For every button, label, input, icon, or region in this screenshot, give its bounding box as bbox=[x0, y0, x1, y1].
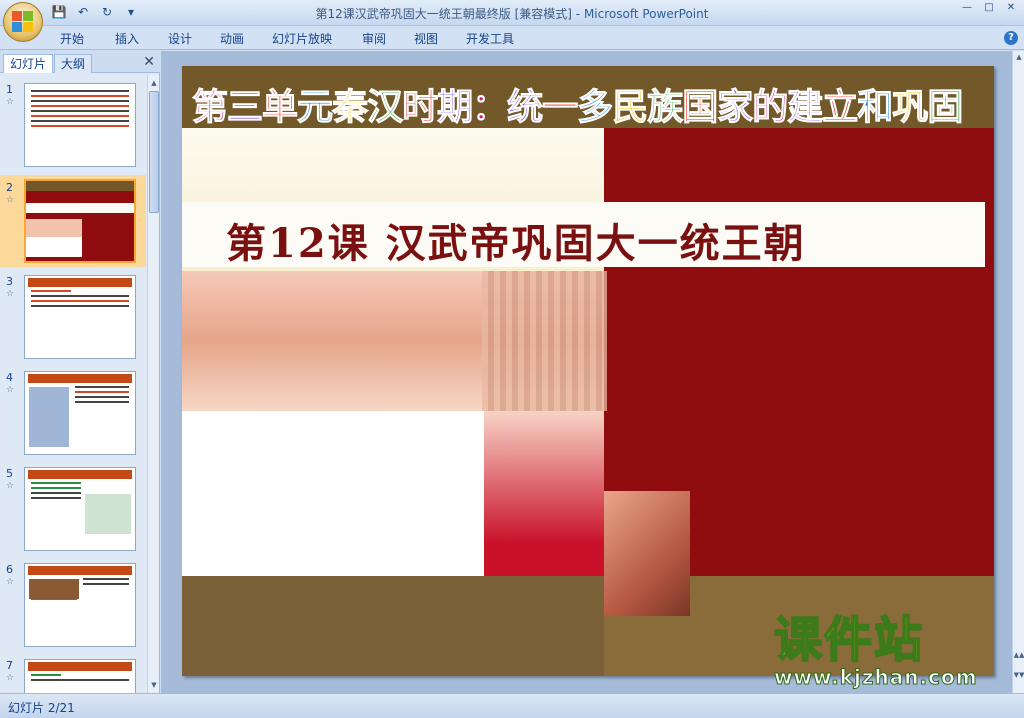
close-panel-icon[interactable]: ✕ bbox=[143, 54, 155, 70]
thumbnail-preview bbox=[24, 563, 136, 647]
thumbnail-preview bbox=[24, 659, 136, 693]
tab-design[interactable]: 设计 bbox=[168, 30, 192, 47]
unit-title[interactable]: 第三单元秦汉时期：统一多民族国家的建立和巩固 bbox=[191, 78, 963, 130]
editor-scrollbar[interactable]: ▲ ▲▲ ▼▼ bbox=[1012, 51, 1024, 693]
slide-counter: 幻灯片 2/21 bbox=[8, 701, 75, 715]
panel-tab-strip: 幻灯片 大纲 ✕ bbox=[0, 51, 160, 73]
thumbnail-number: 6 bbox=[6, 563, 13, 576]
thumbnail-preview bbox=[24, 371, 136, 455]
lesson-title[interactable]: 第12课 汉武帝巩固大一统王朝 bbox=[226, 211, 806, 269]
minimize-icon[interactable]: — bbox=[958, 2, 976, 16]
window-controls: — □ ✕ bbox=[958, 2, 1020, 16]
thumbnail-number: 7 bbox=[6, 659, 13, 672]
tab-view[interactable]: 视图 bbox=[414, 30, 438, 47]
thumbnail-preview bbox=[24, 275, 136, 359]
tab-slides[interactable]: 幻灯片 bbox=[3, 54, 54, 73]
tab-review[interactable]: 审阅 bbox=[362, 30, 386, 47]
scroll-down-icon[interactable]: ▼ bbox=[148, 679, 160, 691]
tab-home[interactable]: 开始 bbox=[60, 30, 84, 47]
star-icon: ☆ bbox=[6, 385, 15, 395]
previous-slide-icon[interactable]: ▲▲ bbox=[1013, 651, 1024, 659]
current-slide[interactable]: 第12课 汉武帝巩固大一统王朝 第三单元秦汉时期：统一多民族国家的建立和巩固 bbox=[182, 66, 994, 676]
thumbnail-number: 2 bbox=[6, 181, 13, 194]
thumbnail-list: 1 ☆ 2 ☆ 3 ☆ 4 ☆ 5 ☆ 6 ☆ 7 ☆ bbox=[0, 75, 146, 693]
watermark-logo: 课件站 www.kjzhan.com bbox=[773, 612, 978, 689]
scroll-thumb[interactable] bbox=[149, 91, 159, 213]
slide-thumbnail-7[interactable]: 7 ☆ bbox=[0, 659, 146, 693]
white-panel bbox=[182, 411, 484, 576]
thumbnail-preview bbox=[24, 179, 136, 263]
thumbnail-number: 1 bbox=[6, 83, 13, 96]
tab-outline[interactable]: 大纲 bbox=[54, 54, 93, 73]
star-icon: ☆ bbox=[6, 577, 15, 587]
help-icon[interactable]: ? bbox=[1004, 31, 1018, 45]
ribbon-tabs: 开始 插入 设计 动画 幻灯片放映 审阅 视图 开发工具 ? bbox=[0, 26, 1024, 50]
thumbnail-number: 5 bbox=[6, 467, 13, 480]
window-title: 第12课汉武帝巩固大一统王朝最终版 [兼容模式] - Microsoft Pow… bbox=[0, 5, 1024, 22]
star-icon: ☆ bbox=[6, 481, 15, 491]
tab-developer[interactable]: 开发工具 bbox=[466, 30, 514, 47]
document-name: 第12课汉武帝巩固大一统王朝最终版 [兼容模式] bbox=[315, 7, 572, 21]
tab-insert[interactable]: 插入 bbox=[115, 30, 139, 47]
bust-sculpture-image bbox=[484, 411, 604, 576]
panel-scrollbar[interactable]: ▲ ▼ bbox=[147, 75, 159, 693]
watermark-brand: 课件站 bbox=[773, 612, 925, 668]
maximize-icon[interactable]: □ bbox=[980, 2, 998, 16]
scroll-up-icon[interactable]: ▲ bbox=[148, 77, 160, 89]
app-name: - Microsoft PowerPoint bbox=[571, 7, 709, 21]
tab-animations[interactable]: 动画 bbox=[220, 30, 244, 47]
slide-thumbnail-2[interactable]: 2 ☆ bbox=[0, 175, 146, 267]
next-slide-icon[interactable]: ▼▼ bbox=[1013, 671, 1024, 679]
thumbnail-preview bbox=[24, 467, 136, 551]
office-button[interactable] bbox=[3, 2, 43, 42]
slides-panel: 幻灯片 大纲 ✕ 1 ☆ 2 ☆ 3 ☆ 4 ☆ 5 ☆ 6 ☆ 7 ☆ ▲ ▼ bbox=[0, 51, 160, 693]
office-logo-icon bbox=[12, 11, 34, 33]
slide-thumbnail-6[interactable]: 6 ☆ bbox=[0, 563, 146, 651]
watermark-url: www.kjzhan.com bbox=[774, 665, 978, 689]
slide-thumbnail-5[interactable]: 5 ☆ bbox=[0, 467, 146, 555]
star-icon: ☆ bbox=[6, 673, 15, 683]
tab-slide-show[interactable]: 幻灯片放映 bbox=[272, 30, 332, 47]
thumbnail-number: 3 bbox=[6, 275, 13, 288]
title-bar: 💾 ↶ ↻ ▾ 第12课汉武帝巩固大一统王朝最终版 [兼容模式] - Micro… bbox=[0, 0, 1024, 26]
slide-thumbnail-3[interactable]: 3 ☆ bbox=[0, 275, 146, 363]
thumbnail-preview bbox=[24, 83, 136, 167]
rock-painting-image bbox=[604, 491, 690, 616]
star-icon: ☆ bbox=[6, 97, 15, 107]
slide-thumbnail-4[interactable]: 4 ☆ bbox=[0, 371, 146, 459]
close-icon[interactable]: ✕ bbox=[1002, 2, 1020, 16]
thumbnail-number: 4 bbox=[6, 371, 13, 384]
slide-thumbnail-1[interactable]: 1 ☆ bbox=[0, 83, 146, 171]
scroll-up-icon[interactable]: ▲ bbox=[1013, 53, 1024, 61]
status-bar: 幻灯片 2/21 bbox=[0, 693, 1024, 718]
mural-pattern-image bbox=[482, 271, 607, 411]
star-icon: ☆ bbox=[6, 195, 15, 205]
star-icon: ☆ bbox=[6, 289, 15, 299]
